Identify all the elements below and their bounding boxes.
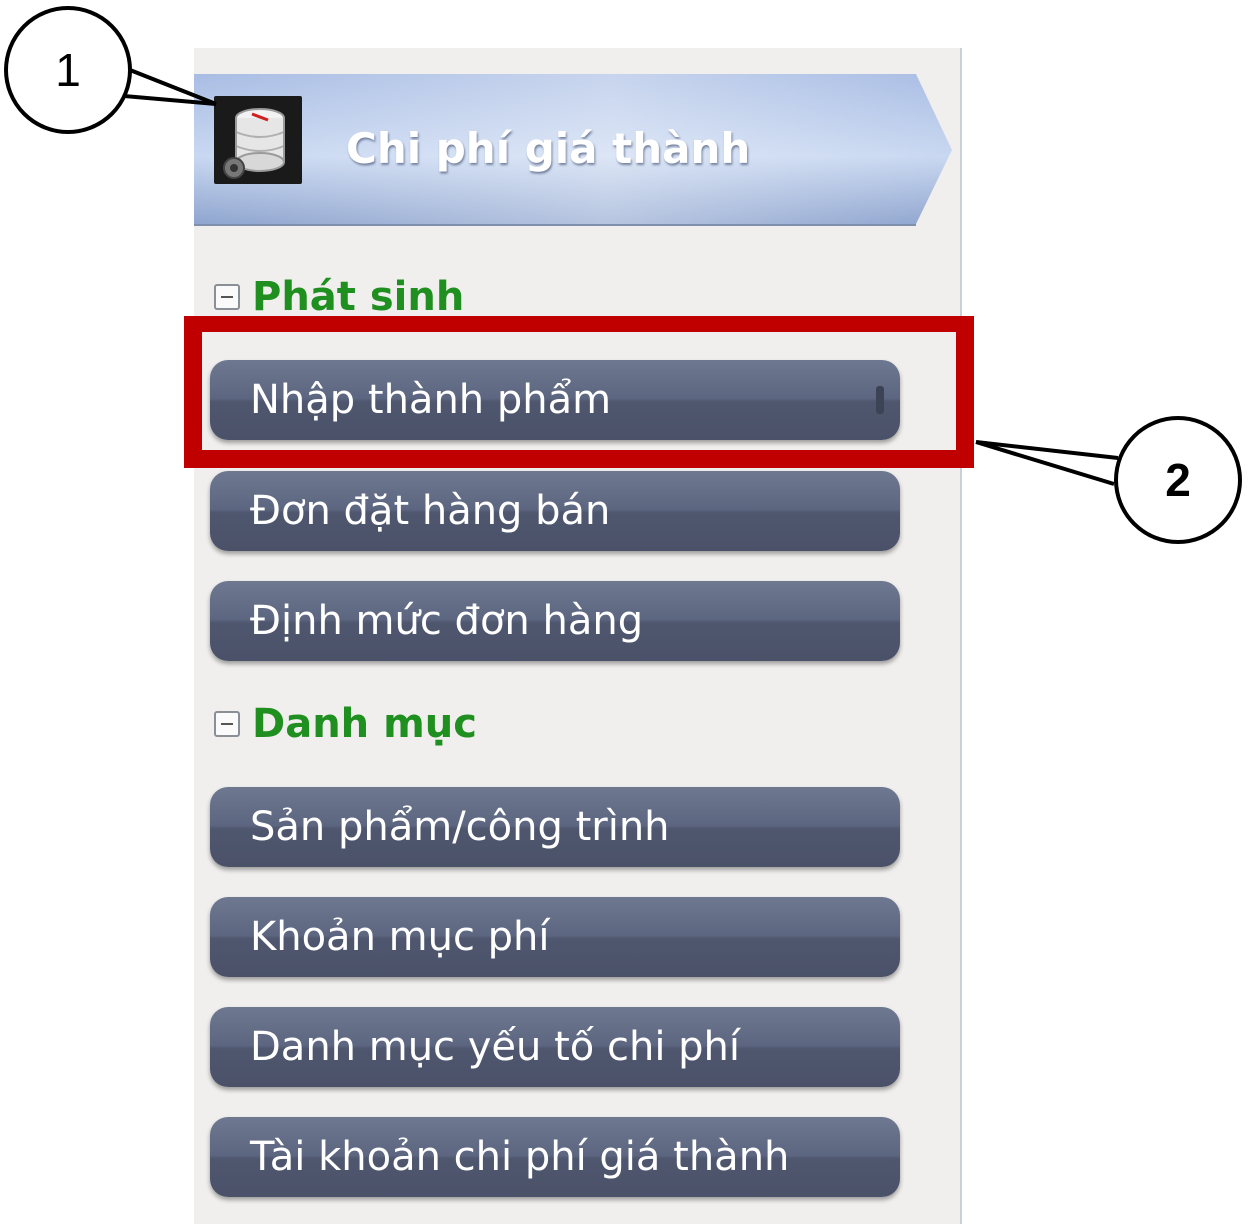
callout-1: 1 bbox=[4, 6, 132, 134]
callout-2: 2 bbox=[1114, 416, 1242, 544]
callout-leader-lines bbox=[123, 68, 1119, 486]
